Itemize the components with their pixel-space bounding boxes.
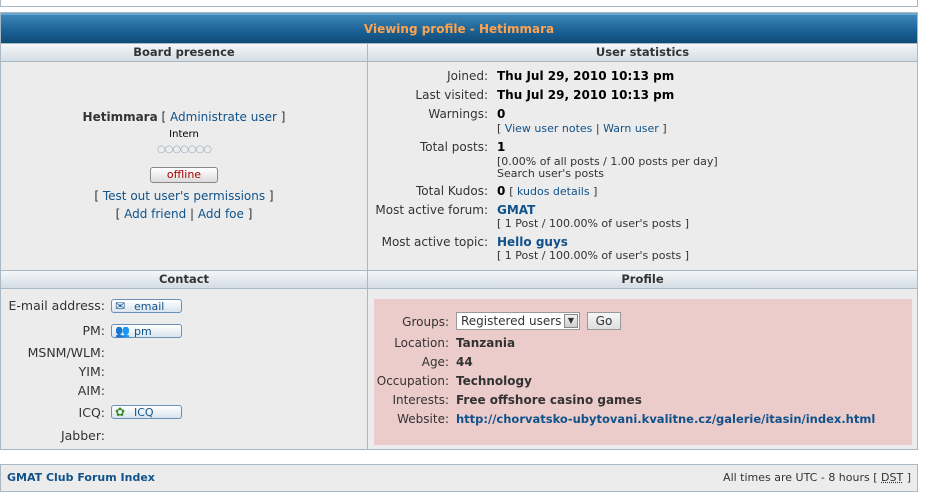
total-kudos-value: 0 — [497, 184, 506, 198]
board-presence-header: Board presence — [1, 43, 367, 62]
location-value: Tanzania — [456, 336, 516, 350]
most-active-topic-label: Most active topic: — [381, 235, 488, 249]
msnm-label: MSNM/WLM: — [27, 345, 105, 360]
add-friend-link[interactable]: Add friend — [124, 207, 186, 221]
website-link[interactable]: http://chorvatsko-ubytovani.kvalitne.cz/… — [456, 412, 875, 426]
page-title: Viewing profile - Hetimmara — [1, 13, 917, 43]
most-active-forum-label: Most active forum: — [375, 203, 488, 217]
chevron-down-icon: ▼ — [564, 314, 578, 328]
user-statistics-header: User statistics — [368, 43, 917, 62]
timezone-info: All times are UTC - 8 hours [ DST ] — [723, 471, 911, 484]
icq-button[interactable]: ✿ ICQ — [111, 405, 182, 419]
forum-index-link[interactable]: GMAT Club Forum Index — [7, 471, 155, 484]
email-label: E-mail address: — [8, 298, 105, 313]
total-posts-value: 1 — [497, 140, 506, 154]
occupation-value: Technology — [456, 374, 532, 388]
bracket-close: ] — [280, 110, 286, 124]
pm-button[interactable]: 👥 pm — [111, 324, 182, 338]
interests-label: Interests: — [392, 393, 449, 407]
most-active-forum-link[interactable]: GMAT — [497, 203, 535, 217]
offline-status-badge: offline — [150, 167, 218, 183]
permissions-line: [ Test out user's permissions ] — [94, 189, 274, 203]
joined-label: Joined: — [447, 69, 488, 83]
age-label: Age: — [421, 355, 449, 369]
flower-icon: ✿ — [115, 405, 126, 419]
warn-user-link[interactable]: Warn user — [603, 122, 659, 135]
last-visited-label: Last visited: — [415, 88, 488, 102]
yim-label: YIM: — [78, 364, 105, 379]
username: Hetimmara — [82, 110, 158, 124]
users-icon: 👥 — [115, 324, 130, 338]
user-rank: Intern — [169, 129, 199, 140]
groups-select[interactable]: Registered users ▼ — [456, 312, 580, 330]
profile-details-box: Groups: Registered users ▼ Go Location: … — [374, 299, 912, 445]
email-button[interactable]: ✉ email — [111, 299, 182, 313]
groups-label: Groups: — [402, 315, 449, 329]
profile-column: Profile Groups: Registered users ▼ Go Lo… — [368, 270, 917, 449]
total-posts-label: Total posts: — [419, 140, 488, 154]
dst-label: DST — [881, 471, 904, 484]
board-presence-column: Board presence Hetimmara [ Administrate … — [1, 43, 368, 270]
forum-detail: [ 1 Post / 100.00% of user's posts ] — [497, 217, 690, 230]
pm-label: PM: — [82, 323, 105, 338]
top-panel-edge — [0, 0, 918, 7]
aim-label: AIM: — [77, 383, 105, 398]
search-user-posts-link[interactable]: Search user's posts — [497, 167, 604, 180]
most-active-topic-link[interactable]: Hello guys — [497, 235, 568, 249]
website-label: Website: — [397, 412, 449, 426]
friend-foe-line: [ Add friend | Add foe ] — [115, 207, 253, 221]
add-foe-link[interactable]: Add foe — [198, 207, 244, 221]
profile-header: Profile — [368, 270, 917, 289]
contact-cell: E-mail address: ✉ email PM: 👥 pm MSNM/WLM:… — [1, 289, 367, 449]
administrate-user-link[interactable]: Administrate user — [170, 110, 277, 124]
profile-panel: Viewing profile - Hetimmara Board presen… — [0, 12, 918, 450]
last-visited-value: Thu Jul 29, 2010 10:13 pm — [497, 88, 675, 102]
occupation-label: Occupation: — [376, 374, 449, 388]
joined-value: Thu Jul 29, 2010 10:13 pm — [497, 69, 675, 83]
row-presence-stats: Board presence Hetimmara [ Administrate … — [1, 43, 917, 270]
user-statistics-column: User statistics Joined: Thu Jul 29, 2010… — [368, 43, 917, 270]
location-label: Location: — [394, 336, 449, 350]
icq-label: ICQ: — [78, 405, 105, 420]
age-value: 44 — [456, 355, 473, 369]
view-user-notes-link[interactable]: View user notes — [505, 122, 593, 135]
total-kudos-label: Total Kudos: — [416, 184, 488, 198]
row-contact-profile: Contact E-mail address: ✉ email PM: 👥 pm M… — [1, 270, 917, 449]
rank-dots-icon: ○○○○○○○ — [156, 144, 212, 155]
jabber-label: Jabber: — [60, 428, 105, 443]
test-permissions-link[interactable]: Test out user's permissions — [103, 189, 265, 203]
profile-cell: Groups: Registered users ▼ Go Location: … — [368, 289, 917, 449]
contact-header: Contact — [1, 270, 367, 289]
topic-detail: [ 1 Post / 100.00% of user's posts ] — [497, 249, 690, 262]
envelope-icon: ✉ — [115, 299, 126, 313]
warnings-label: Warnings: — [428, 107, 488, 121]
bracket-open: [ — [161, 110, 167, 124]
kudos-details-link[interactable]: kudos details — [517, 185, 590, 198]
board-presence-cell: Hetimmara [ Administrate user ] Intern ○… — [1, 62, 367, 270]
go-button[interactable]: Go — [587, 312, 621, 330]
warnings-value: 0 — [497, 107, 506, 121]
contact-column: Contact E-mail address: ✉ email PM: 👥 pm M… — [1, 270, 368, 449]
user-statistics-cell: Joined: Thu Jul 29, 2010 10:13 pm Last v… — [368, 62, 917, 270]
footer-bar: GMAT Club Forum Index All times are UTC … — [0, 464, 918, 492]
interests-value: Free offshore casino games — [456, 393, 642, 407]
username-line: Hetimmara [ Administrate user ] — [1, 110, 367, 124]
